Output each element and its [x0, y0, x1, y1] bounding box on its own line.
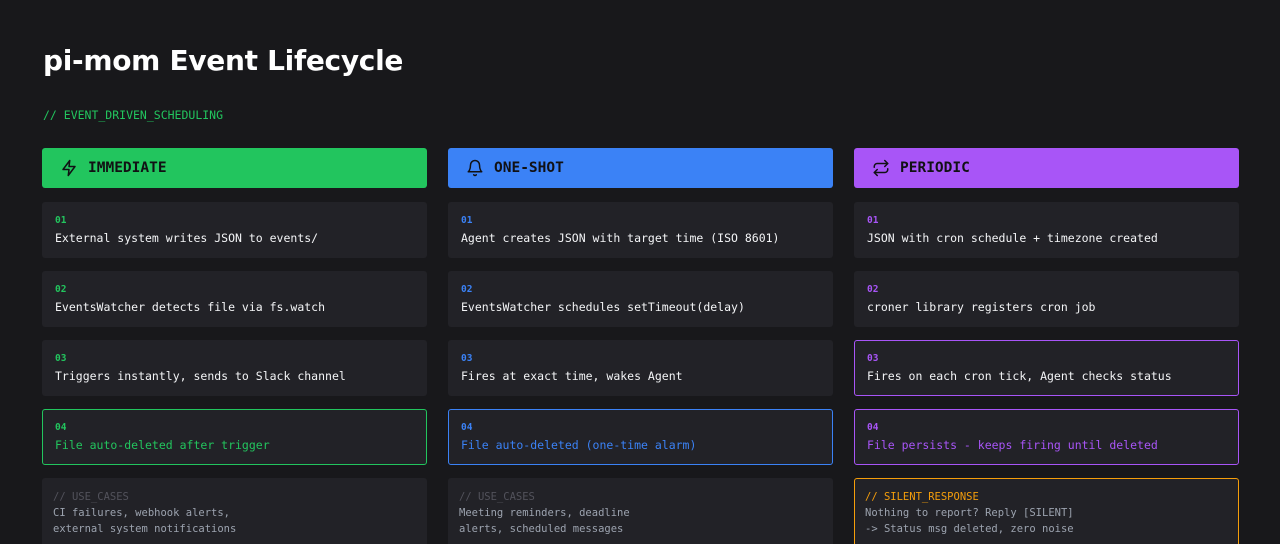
step-number: 03: [461, 353, 473, 364]
step-card: 03 Fires at exact time, wakes Agent: [448, 340, 833, 396]
step-number: 02: [461, 284, 473, 295]
column-one-shot: ONE-SHOT 01 Agent creates JSON with targ…: [448, 148, 833, 544]
lightning-icon: [60, 159, 78, 177]
step-card: 01 Agent creates JSON with target time (…: [448, 202, 833, 258]
step-text: croner library registers cron job: [867, 300, 1096, 314]
step-text: File persists - keeps firing until delet…: [867, 438, 1158, 452]
column-immediate: IMMEDIATE 01 External system writes JSON…: [42, 148, 427, 544]
step-card: 01 External system writes JSON to events…: [42, 202, 427, 258]
step-text: EventsWatcher schedules setTimeout(delay…: [461, 300, 745, 314]
step-card: 03 Triggers instantly, sends to Slack ch…: [42, 340, 427, 396]
note-line: external system notifications: [53, 523, 237, 535]
step-text: EventsWatcher detects file via fs.watch: [55, 300, 326, 314]
step-number: 02: [55, 284, 67, 295]
column-label: IMMEDIATE: [88, 160, 167, 176]
note-title: // SILENT_RESPONSE: [865, 491, 979, 503]
bell-icon: [466, 159, 484, 177]
step-text: Fires on each cron tick, Agent checks st…: [867, 369, 1172, 383]
step-card-final: 04 File persists - keeps firing until de…: [854, 409, 1239, 465]
step-number: 04: [867, 422, 879, 433]
note-title: // USE_CASES: [459, 491, 535, 503]
step-card: 01 JSON with cron schedule + timezone cr…: [854, 202, 1239, 258]
step-text: Triggers instantly, sends to Slack chann…: [55, 369, 346, 383]
note-line: Nothing to report? Reply [SILENT]: [865, 507, 1074, 519]
column-header-one-shot: ONE-SHOT: [448, 148, 833, 188]
column-header-immediate: IMMEDIATE: [42, 148, 427, 188]
note-line: Meeting reminders, deadline: [459, 507, 630, 519]
column-periodic: PERIODIC 01 JSON with cron schedule + ti…: [854, 148, 1239, 544]
step-text: External system writes JSON to events/: [55, 231, 319, 245]
column-label: PERIODIC: [900, 160, 970, 176]
step-number: 02: [867, 284, 879, 295]
note-line: CI failures, webhook alerts,: [53, 507, 231, 519]
note-title: // USE_CASES: [53, 491, 129, 503]
step-number: 03: [55, 353, 67, 364]
step-number: 04: [55, 422, 67, 433]
step-number: 01: [55, 215, 67, 226]
use-cases-note: // USE_CASES CI failures, webhook alerts…: [42, 478, 427, 544]
step-text: File auto-deleted (one-time alarm): [461, 438, 697, 452]
step-card: 02 EventsWatcher schedules setTimeout(de…: [448, 271, 833, 327]
note-line: -> Status msg deleted, zero noise: [865, 523, 1074, 535]
step-card: 02 EventsWatcher detects file via fs.wat…: [42, 271, 427, 327]
step-text: JSON with cron schedule + timezone creat…: [867, 231, 1158, 245]
column-label: ONE-SHOT: [494, 160, 564, 176]
step-card: 02 croner library registers cron job: [854, 271, 1239, 327]
step-number: 04: [461, 422, 473, 433]
page-subtitle: // EVENT_DRIVEN_SCHEDULING: [43, 108, 224, 122]
step-number: 01: [461, 215, 473, 226]
note-line: alerts, scheduled messages: [459, 523, 624, 535]
step-text: Agent creates JSON with target time (ISO…: [461, 231, 780, 245]
step-number: 03: [867, 353, 879, 364]
page-title: pi-mom Event Lifecycle: [43, 44, 404, 77]
step-text: File auto-deleted after trigger: [55, 438, 270, 452]
step-card-final: 04 File auto-deleted after trigger: [42, 409, 427, 465]
column-header-periodic: PERIODIC: [854, 148, 1239, 188]
use-cases-note: // USE_CASES Meeting reminders, deadline…: [448, 478, 833, 544]
step-card-highlighted: 03 Fires on each cron tick, Agent checks…: [854, 340, 1239, 396]
step-text: Fires at exact time, wakes Agent: [461, 369, 683, 383]
step-number: 01: [867, 215, 879, 226]
lifecycle-columns: IMMEDIATE 01 External system writes JSON…: [42, 148, 1239, 544]
repeat-icon: [872, 159, 890, 177]
silent-response-note: // SILENT_RESPONSE Nothing to report? Re…: [854, 478, 1239, 544]
step-card-final: 04 File auto-deleted (one-time alarm): [448, 409, 833, 465]
